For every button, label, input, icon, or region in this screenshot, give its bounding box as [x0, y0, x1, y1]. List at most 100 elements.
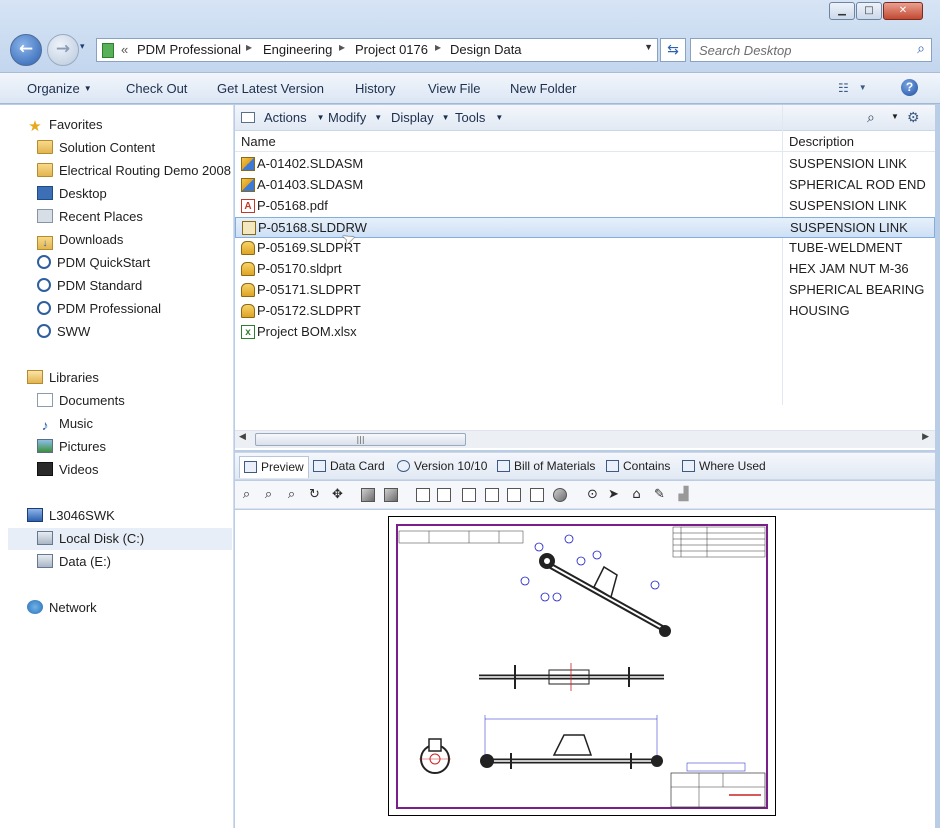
top-view-icon[interactable]	[507, 488, 521, 502]
file-description: HEX JAM NUT M-36	[789, 261, 909, 276]
tab-data-card[interactable]: Data Card	[309, 456, 389, 478]
zoom-to-area-icon[interactable]: ⌕	[260, 486, 277, 503]
sidebar-item-pdm-standard[interactable]: PDM Standard	[37, 278, 142, 298]
breadcrumb-engineering[interactable]: Engineering	[263, 42, 332, 57]
sidebar-item-documents[interactable]: Documents	[37, 393, 125, 413]
sidebar-item-desktop[interactable]: Desktop	[37, 186, 107, 206]
table-row[interactable]: P-05171.SLDPRT SPHERICAL BEARING	[235, 280, 935, 301]
refresh-button[interactable]: ⇆	[660, 38, 686, 62]
organize-menu[interactable]: Organize ▼	[27, 81, 92, 96]
table-row[interactable]: x Project BOM.xlsx	[235, 322, 935, 343]
shaded-icon[interactable]	[361, 488, 375, 502]
help-button[interactable]: ?	[901, 79, 918, 96]
sidebar-item-data-drive[interactable]: Data (E:)	[37, 554, 111, 574]
search-input[interactable]	[691, 39, 901, 61]
address-bar[interactable]: « PDM Professional ▸ Engineering ▸ Proje…	[96, 38, 658, 62]
right-view-icon[interactable]	[530, 488, 544, 502]
perspective-icon[interactable]	[553, 488, 567, 502]
sidebar-item-solution-content[interactable]: Solution Content	[37, 140, 155, 160]
maximize-button[interactable]: □	[856, 2, 882, 20]
view-file-button[interactable]: View File	[428, 81, 481, 96]
markup-pen-icon[interactable]: ✎	[651, 486, 668, 503]
sidebar-libraries[interactable]: Libraries	[27, 370, 99, 390]
select-icon[interactable]: ➤	[605, 486, 622, 503]
breadcrumb-overflow-icon[interactable]: «	[121, 42, 128, 57]
display-menu[interactable]: Display ▼	[391, 110, 450, 125]
horizontal-scrollbar[interactable]: ◀ ||| ▶	[235, 430, 935, 448]
pictures-icon	[37, 439, 53, 453]
wireframe-icon[interactable]	[416, 488, 430, 502]
minimize-button[interactable]: ▁	[829, 2, 855, 20]
breadcrumb-separator[interactable]: ▸	[435, 40, 441, 54]
scrollbar-thumb[interactable]: |||	[255, 433, 466, 446]
tab-version[interactable]: Version 10/10	[393, 456, 491, 478]
assembly-icon	[241, 178, 255, 192]
shaded-edges-icon[interactable]	[384, 488, 398, 502]
actions-menu[interactable]: Actions ▼	[264, 110, 325, 125]
scroll-right-icon[interactable]: ▶	[922, 432, 929, 442]
search-box[interactable]: ⌕	[690, 38, 932, 62]
breadcrumb-separator[interactable]: ▸	[246, 40, 252, 54]
history-button[interactable]: History	[355, 81, 395, 96]
sidebar-item-videos[interactable]: Videos	[37, 462, 99, 482]
new-folder-button[interactable]: New Folder	[510, 81, 576, 96]
sidebar-computer[interactable]: L3046SWK	[27, 508, 115, 528]
tab-preview[interactable]: Preview	[239, 456, 309, 478]
breadcrumb-project[interactable]: Project 0176	[355, 42, 428, 57]
sidebar-item-downloads[interactable]: ↓ Downloads	[37, 232, 123, 252]
zoom-in-out-icon[interactable]: ⌕	[283, 486, 300, 503]
documents-icon	[37, 393, 53, 407]
breadcrumb-design-data[interactable]: Design Data	[450, 42, 522, 57]
sidebar-item-sww[interactable]: SWW	[37, 324, 90, 344]
tab-bill-of-materials[interactable]: Bill of Materials	[493, 456, 599, 478]
check-out-button[interactable]: Check Out	[126, 81, 187, 96]
breadcrumb-separator[interactable]: ▸	[339, 40, 345, 54]
sidebar-item-music[interactable]: ♪ Music	[37, 416, 93, 436]
change-view-button[interactable]: ☷ ▼	[838, 81, 867, 95]
column-name[interactable]: Name	[241, 134, 276, 149]
hidden-lines-icon[interactable]	[437, 488, 451, 502]
pdf-icon: A	[241, 199, 255, 213]
column-description[interactable]: Description	[789, 134, 854, 149]
tab-where-used[interactable]: Where Used	[678, 456, 770, 478]
table-row[interactable]: A-01402.SLDASM SUSPENSION LINK	[235, 154, 935, 175]
home-icon[interactable]: ⌂	[628, 486, 645, 503]
zoom-to-fit-icon[interactable]: ⌕	[238, 486, 255, 503]
table-row[interactable]: P-05170.sldprt HEX JAM NUT M-36	[235, 259, 935, 280]
table-row[interactable]: P-05172.SLDPRT HOUSING	[235, 301, 935, 322]
stairs-icon[interactable]: ▟	[675, 486, 692, 503]
pan-icon[interactable]: ✥	[329, 486, 346, 503]
table-row[interactable]: A P-05168.pdf SUSPENSION LINK	[235, 196, 935, 217]
back-button[interactable]: ←	[10, 34, 42, 66]
front-view-icon[interactable]	[485, 488, 499, 502]
search-icon[interactable]: ⌕	[917, 41, 925, 57]
tab-contains[interactable]: Contains	[602, 456, 674, 478]
iso-view-icon[interactable]	[462, 488, 476, 502]
sidebar-item-electrical-routing[interactable]: Electrical Routing Demo 2008	[37, 163, 231, 183]
table-row[interactable]: A-01403.SLDASM SPHERICAL ROD END	[235, 175, 935, 196]
rotate-icon[interactable]: ↻	[306, 486, 323, 503]
forward-button[interactable]: →	[47, 34, 79, 66]
modify-menu[interactable]: Modify ▼	[328, 110, 382, 125]
sidebar-item-pictures[interactable]: Pictures	[37, 439, 106, 459]
sidebar-network[interactable]: Network	[27, 600, 97, 620]
table-row[interactable]: P-05169.SLDPRT TUBE-WELDMENT	[235, 238, 935, 259]
get-latest-version-button[interactable]: Get Latest Version	[217, 81, 324, 96]
breadcrumb-pdm-professional[interactable]: PDM Professional	[137, 42, 241, 57]
address-dropdown-icon[interactable]: ▼	[644, 42, 653, 52]
scroll-left-icon[interactable]: ◀	[239, 432, 246, 442]
file-name: P-05172.SLDPRT	[257, 303, 361, 318]
chevron-down-icon[interactable]: ▼	[891, 112, 899, 121]
settings-icon[interactable]: ⚙	[907, 109, 920, 126]
column-header: Name Description	[235, 132, 935, 152]
sidebar-item-pdm-quickstart[interactable]: PDM QuickStart	[37, 255, 150, 275]
close-button[interactable]: ✕	[883, 2, 923, 20]
sidebar-favorites[interactable]: ★ Favorites	[27, 117, 102, 137]
tools-menu[interactable]: Tools ▼	[455, 110, 503, 125]
measure-icon[interactable]: ⊙	[584, 486, 601, 503]
search-icon[interactable]: ⌕	[867, 109, 875, 126]
sidebar-item-local-disk[interactable]: Local Disk (C:)	[8, 528, 232, 550]
sidebar-item-recent-places[interactable]: Recent Places	[37, 209, 143, 229]
recent-pages-dropdown[interactable]: ▾	[80, 42, 85, 52]
sidebar-item-pdm-professional[interactable]: PDM Professional	[37, 301, 161, 321]
